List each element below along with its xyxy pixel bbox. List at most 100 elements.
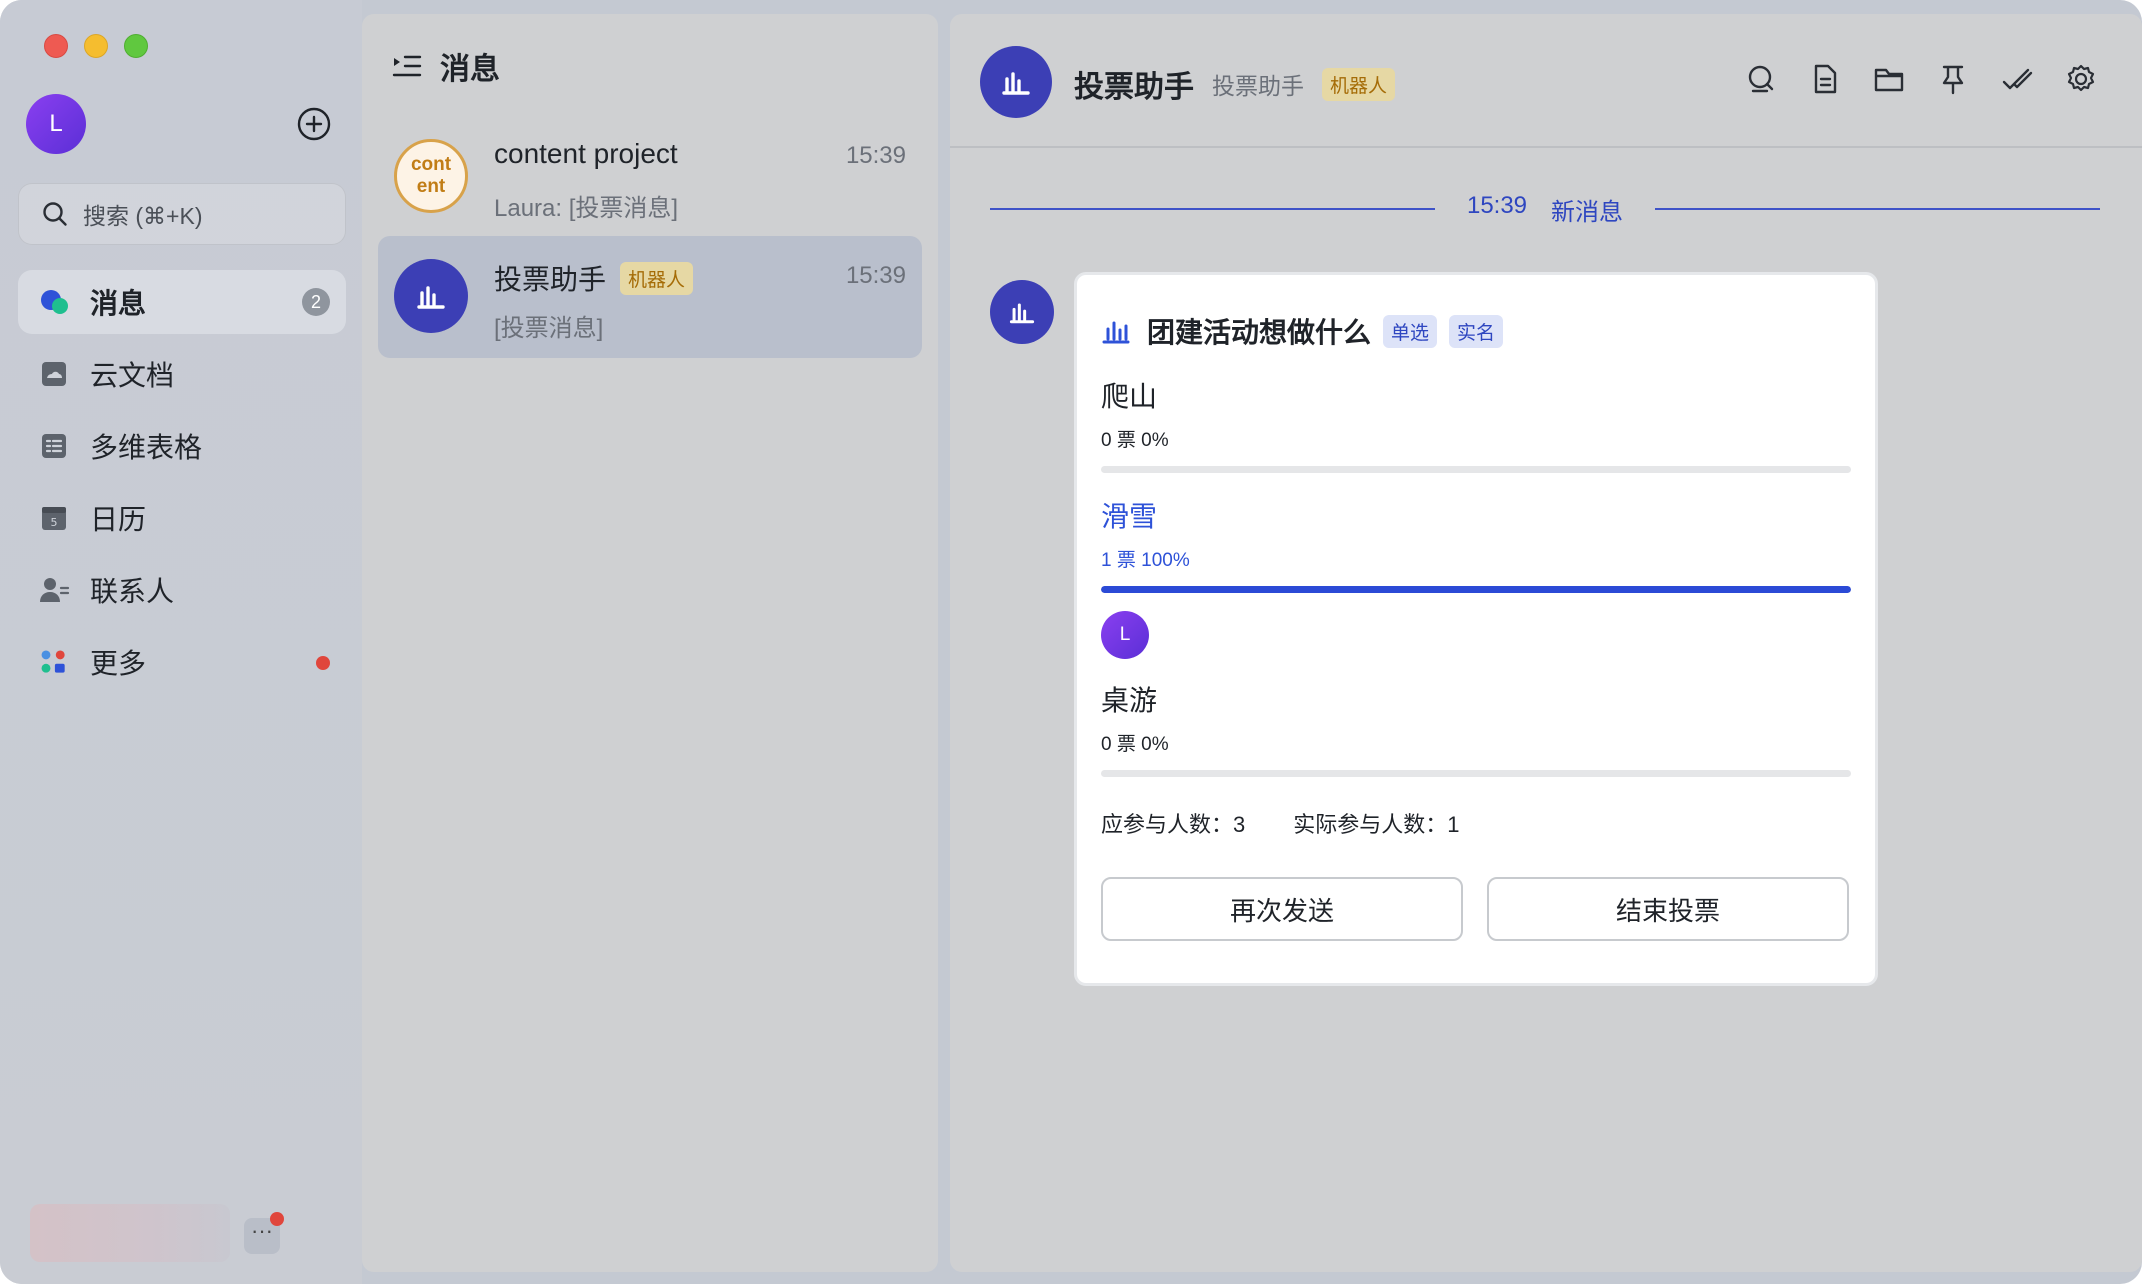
poll-option-name: 桌游 [1101, 685, 1158, 716]
divider-time: 15:39 [1466, 191, 1528, 219]
user-avatar[interactable]: L [26, 94, 86, 154]
conversation-panel: 投票助手 投票助手 机器人 15:39 新消息 团建活动想做什么 单选 实名 爬… [950, 14, 2142, 1272]
poll-option-stat: 0 票 0% [1101, 430, 1169, 451]
poll-progress-fill [1101, 586, 1851, 593]
bar-chart-icon [1009, 303, 1035, 324]
bot-avatar[interactable] [980, 46, 1052, 118]
notification-dot [270, 1212, 284, 1226]
minimize-window-button[interactable] [84, 34, 108, 58]
blurred-status-area [30, 1204, 230, 1262]
svg-text:5: 5 [51, 516, 58, 529]
pin-icon[interactable] [1936, 62, 1970, 96]
conversation-subtitle: 投票助手 [1212, 73, 1304, 99]
expected-participants: 应参与人数：3 [1101, 812, 1246, 837]
bot-avatar[interactable] [990, 280, 1054, 344]
poll-progress-bar [1101, 586, 1851, 593]
sidebar: L 搜索 (⌘+K) 消息 2 云文档 多维表格 5 日历 联系人 更多 ··· [0, 0, 362, 1284]
cloud-doc-icon [38, 358, 70, 390]
bar-chart-icon [1002, 72, 1030, 95]
bot-avatar [394, 259, 468, 333]
calendar-icon: 5 [38, 502, 70, 534]
end-poll-button[interactable]: 结束投票 [1487, 877, 1849, 941]
add-circle-icon[interactable] [296, 106, 332, 142]
chat-preview: [投票消息] [494, 315, 604, 342]
group-avatar: cont ent [394, 139, 468, 213]
divider-line [1655, 208, 2100, 210]
sidebar-item-more[interactable]: 更多 [18, 630, 346, 694]
conversation-header: 投票助手 投票助手 机器人 [950, 14, 2142, 148]
poll-chart-icon [1102, 321, 1130, 344]
poll-option-stat: 1 票 100% [1101, 550, 1190, 571]
multi-table-icon [38, 430, 70, 462]
resend-button[interactable]: 再次发送 [1101, 877, 1463, 941]
conversation-name: 投票助手 [1074, 71, 1194, 104]
chat-title: 投票助手 机器人 [494, 258, 694, 298]
chat-title: content project [494, 138, 678, 170]
poll-type-tag: 单选 [1383, 314, 1438, 348]
chat-list-header: 消息 [392, 44, 500, 88]
unread-count-badge: 2 [302, 288, 330, 316]
collapse-list-icon[interactable] [392, 53, 422, 79]
poll-header: 团建活动想做什么 单选 实名 [1101, 311, 1504, 351]
divider-line [990, 208, 1435, 210]
sidebar-item-contacts[interactable]: 联系人 [18, 558, 346, 622]
poll-option-name: 爬山 [1101, 381, 1158, 412]
search-placeholder: 搜索 (⌘+K) [83, 203, 203, 229]
chat-list-panel: 消息 cont ent content project Laura: [投票消息… [362, 14, 938, 1272]
sidebar-item-label: 联系人 [90, 576, 175, 607]
poll-option[interactable]: 桌游 0 票 0% [1101, 679, 1851, 777]
divider-label: 15:39 新消息 [1435, 192, 1655, 227]
contacts-icon [38, 574, 70, 606]
settings-icon[interactable] [2064, 62, 2098, 96]
divider-text: 新消息 [1551, 198, 1624, 226]
sidebar-item-label: 日历 [90, 504, 147, 535]
poll-option-selected[interactable]: 滑雪 1 票 100% L [1101, 495, 1851, 659]
chat-bubbles-icon [38, 286, 70, 318]
sidebar-item-label: 更多 [90, 648, 147, 679]
check-mark-icon[interactable] [2000, 62, 2034, 96]
zoom-window-button[interactable] [124, 34, 148, 58]
voter-avatar[interactable]: L [1101, 611, 1149, 659]
sidebar-item-calendar[interactable]: 5 日历 [18, 486, 346, 550]
folder-icon[interactable] [1872, 62, 1906, 96]
poll-progress-bar [1101, 466, 1851, 473]
close-window-button[interactable] [44, 34, 68, 58]
poll-visibility-tag: 实名 [1449, 314, 1504, 348]
group-avatar-text: cont ent [410, 154, 452, 197]
app-window: L 搜索 (⌘+K) 消息 2 云文档 多维表格 5 日历 联系人 更多 ···… [0, 0, 2142, 1284]
sidebar-item-label: 消息 [90, 288, 147, 319]
sidebar-nav: 消息 2 云文档 多维表格 5 日历 联系人 更多 [18, 270, 346, 702]
notification-dot [316, 656, 330, 670]
chat-preview: Laura: [投票消息] [494, 195, 679, 222]
chat-time: 15:39 [845, 142, 906, 169]
search-icon [43, 202, 67, 226]
bar-chart-icon [417, 286, 445, 309]
poll-title: 团建活动想做什么 [1147, 317, 1372, 348]
sidebar-item-label: 云文档 [90, 360, 175, 391]
search-box[interactable]: 搜索 (⌘+K) [18, 183, 346, 245]
actual-participants: 实际参与人数：1 [1293, 812, 1460, 837]
conversation-title: 投票助手 投票助手 机器人 [1074, 62, 1396, 106]
chat-title-text: 投票助手 [494, 264, 607, 295]
chat-item-content-project[interactable]: cont ent content project Laura: [投票消息] 1… [378, 116, 922, 238]
sidebar-item-messages[interactable]: 消息 2 [18, 270, 346, 334]
header-toolbar [1744, 62, 2098, 96]
sidebar-item-multi-table[interactable]: 多维表格 [18, 414, 346, 478]
poll-card: 团建活动想做什么 单选 实名 爬山 0 票 0% 滑雪 1 票 100% L 桌… [1074, 272, 1878, 986]
chat-item-vote-assistant[interactable]: 投票助手 机器人 [投票消息] 15:39 [378, 236, 922, 358]
chat-list-title: 消息 [440, 53, 500, 86]
sidebar-item-label: 多维表格 [90, 432, 203, 463]
bot-tag: 机器人 [620, 261, 694, 295]
poll-option[interactable]: 爬山 0 票 0% [1101, 375, 1851, 473]
new-message-divider: 15:39 新消息 [990, 192, 2100, 226]
bot-tag: 机器人 [1322, 67, 1396, 101]
participation-counts: 应参与人数：3 实际参与人数：1 [1101, 807, 1460, 839]
poll-option-stat: 0 票 0% [1101, 734, 1169, 755]
search-icon[interactable] [1744, 62, 1778, 96]
document-icon[interactable] [1808, 62, 1842, 96]
poll-progress-bar [1101, 770, 1851, 777]
window-controls [44, 34, 148, 58]
apps-more-icon [38, 646, 70, 678]
chat-title-text: content project [494, 138, 678, 169]
sidebar-item-cloud-docs[interactable]: 云文档 [18, 342, 346, 406]
